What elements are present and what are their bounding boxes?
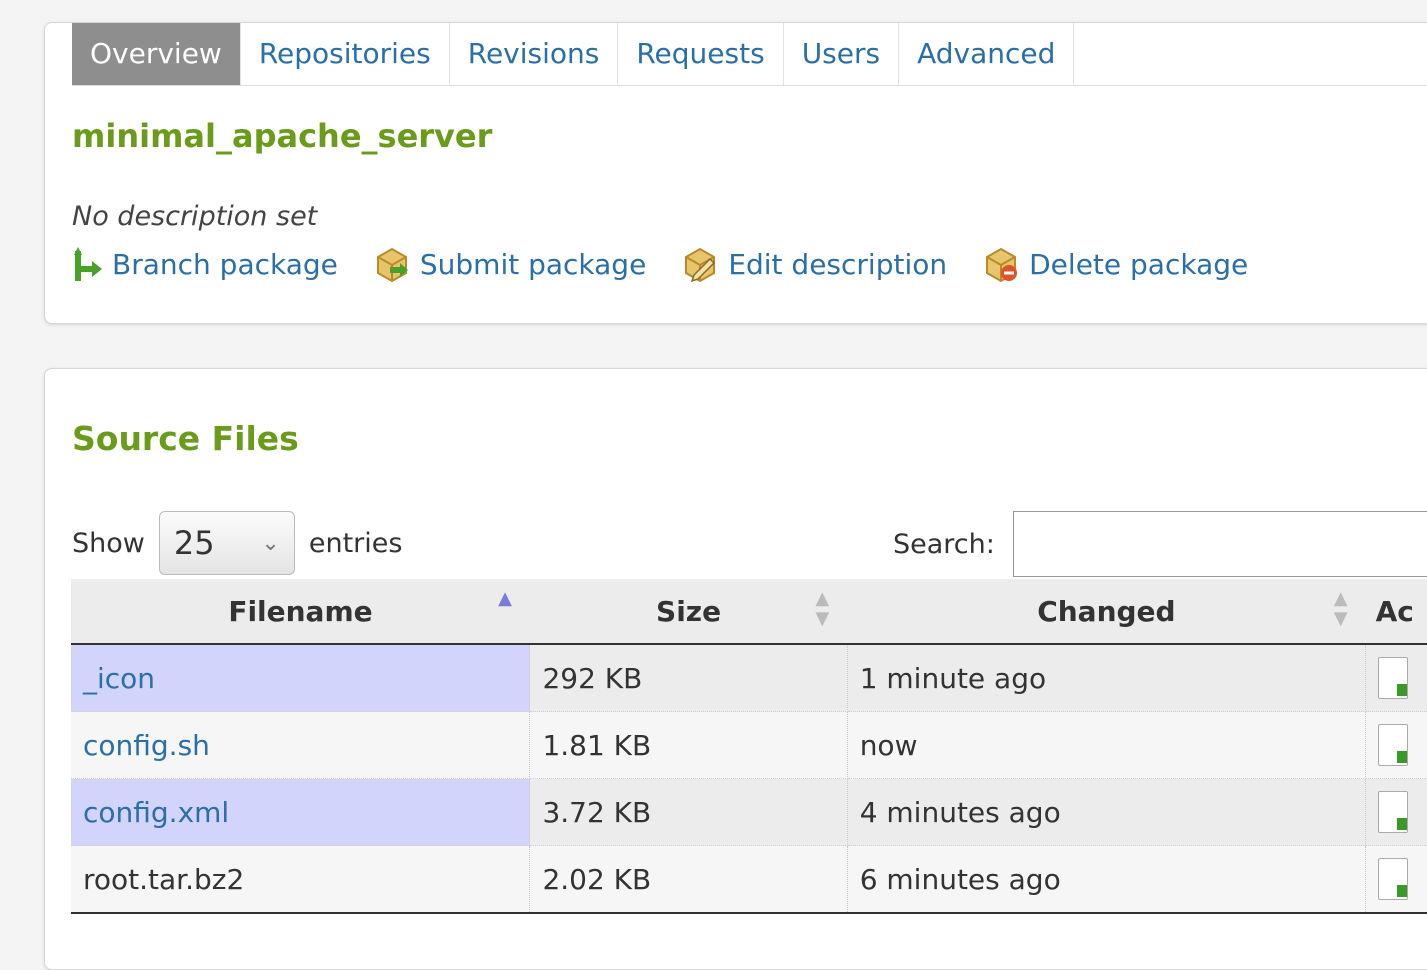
column-header-label: Size (656, 594, 722, 628)
branch-icon (74, 247, 102, 281)
entries-select[interactable]: 25 ⌄ (158, 511, 295, 575)
source-files-table: Filename ▲ Size ▲▼ Changed ▲▼ Ac _icon (71, 579, 1427, 914)
branch-package-label: Branch package (112, 247, 338, 281)
source-files-title: Source Files (72, 419, 299, 458)
actions-cell (1365, 711, 1427, 779)
tab-revisions[interactable]: Revisions (450, 23, 619, 85)
sort-both-icon: ▲ ▼ (1333, 588, 1348, 629)
delete-package-label: Delete package (1029, 247, 1249, 281)
edit-description-label: Edit description (728, 247, 948, 281)
column-header-label: Changed (1037, 594, 1176, 628)
changed-cell: now (847, 711, 1367, 779)
filename-cell: config.xml (71, 778, 531, 846)
tab-bar: Overview Repositories Revisions Requests… (72, 23, 1427, 86)
table-row: config.xml 3.72 KB 4 minutes ago (71, 778, 1427, 846)
actions-cell (1365, 845, 1427, 914)
filename-link[interactable]: _icon (83, 662, 155, 695)
tab-overview[interactable]: Overview (72, 23, 241, 85)
package-edit-icon (685, 247, 716, 283)
column-header-actions: Ac (1365, 579, 1427, 645)
file-action-icon[interactable] (1378, 724, 1409, 766)
sort-ascending-icon: ▲ (498, 588, 512, 609)
submit-package-label: Submit package (419, 247, 647, 281)
package-title: minimal_apache_server (72, 117, 493, 155)
column-header-changed[interactable]: Changed ▲ ▼ (847, 579, 1366, 645)
file-action-icon[interactable] (1378, 858, 1409, 900)
entries-length-control: Show 25 ⌄ entries (72, 511, 402, 575)
changed-cell: 4 minutes ago (847, 778, 1367, 846)
submit-package-link[interactable]: Submit package (372, 245, 646, 283)
edit-description-link[interactable]: Edit description (680, 245, 947, 283)
file-action-icon[interactable] (1378, 657, 1409, 699)
filename-link[interactable]: config.sh (83, 729, 210, 762)
table-row: _icon 292 KB 1 minute ago (71, 644, 1427, 712)
actions-cell (1365, 778, 1427, 846)
changed-cell: 6 minutes ago (847, 845, 1367, 914)
package-submit-icon (376, 247, 408, 283)
tab-users[interactable]: Users (784, 23, 900, 85)
filename-cell: _icon (71, 644, 531, 712)
column-header-filename[interactable]: Filename ▲ (71, 579, 530, 645)
column-header-label: Ac (1375, 594, 1414, 628)
source-files-panel: Source Files Show 25 ⌄ entries Search: F… (44, 368, 1427, 970)
size-cell: 292 KB (529, 644, 848, 712)
sort-both-icon: ▲ ▼ (815, 588, 830, 629)
entries-select-value: 25 (173, 524, 215, 562)
tab-repositories[interactable]: Repositories (241, 23, 450, 85)
changed-cell: 1 minute ago (847, 644, 1367, 712)
entries-label: entries (308, 527, 403, 559)
show-label: Show (72, 527, 145, 559)
search-label: Search: (893, 528, 995, 560)
filename-cell: config.sh (71, 711, 531, 779)
size-cell: 2.02 KB (529, 845, 848, 914)
tab-requests[interactable]: Requests (618, 23, 784, 85)
filename-cell: root.tar.bz2 (71, 845, 531, 914)
actions-cell (1365, 644, 1427, 712)
package-delete-icon (986, 247, 1018, 283)
chevron-down-icon: ⌄ (261, 530, 280, 556)
file-action-icon[interactable] (1378, 791, 1409, 833)
column-header-label: Filename (228, 594, 373, 628)
package-description: No description set (72, 201, 318, 232)
table-row: config.sh 1.81 KB now (71, 711, 1427, 779)
tab-advanced[interactable]: Advanced (899, 23, 1075, 85)
size-cell: 1.81 KB (529, 711, 848, 779)
table-row: root.tar.bz2 2.02 KB 6 minutes ago (71, 845, 1427, 914)
package-actions: Branch package Submit package Edit descr… (72, 245, 1282, 283)
branch-package-link[interactable]: Branch package (72, 245, 338, 283)
search-control: Search: (893, 511, 1427, 577)
package-header-panel: Overview Repositories Revisions Requests… (44, 22, 1427, 324)
filename-link[interactable]: config.xml (83, 796, 229, 829)
search-input[interactable] (1012, 511, 1427, 577)
column-header-size[interactable]: Size ▲ ▼ (529, 579, 848, 645)
delete-package-link[interactable]: Delete package (981, 245, 1248, 283)
size-cell: 3.72 KB (529, 778, 848, 846)
